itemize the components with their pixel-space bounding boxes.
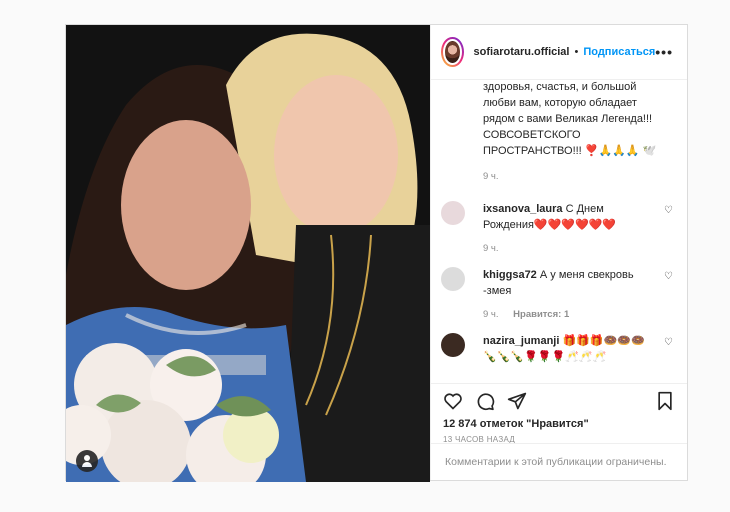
likes-count[interactable]: 12 874 отметок "Нравится" xyxy=(443,418,675,430)
comment-avatar[interactable] xyxy=(441,333,465,357)
photo-illustration xyxy=(66,25,430,482)
more-icon[interactable]: ••• xyxy=(655,44,673,60)
post-photo[interactable] xyxy=(66,25,430,482)
comments-limited-notice: Комментарии к этой публикации ограничены… xyxy=(431,443,687,480)
caption-time: 9 ч. xyxy=(483,171,499,182)
action-icons xyxy=(443,386,675,416)
comment-time: 9 ч. xyxy=(483,243,499,254)
comment-likes[interactable]: Нравится: 1 xyxy=(513,309,569,320)
author-avatar[interactable] xyxy=(441,37,464,67)
comment-icon[interactable] xyxy=(475,391,495,411)
comment-avatar[interactable] xyxy=(441,201,465,225)
post-actions: 12 874 отметок "Нравится" 13 ЧАСОВ НАЗАД xyxy=(431,383,687,444)
post-header: sofiarotaru.official • Подписаться ••• xyxy=(431,25,687,80)
comment-avatar[interactable] xyxy=(441,267,465,291)
post-caption: здоровья, счастья, и большой любви вам, … xyxy=(483,81,663,185)
comment-username[interactable]: khiggsa72 xyxy=(483,269,537,281)
bookmark-icon[interactable] xyxy=(655,391,675,411)
comment-like-icon[interactable]: ♡ xyxy=(664,337,673,348)
comment-item: nazira_jumanji 🎁🎁🎁🍩🍩🍩🍾🍾🍾🌹🌹🌹🥂🥂🥂 ♡ xyxy=(441,333,673,365)
comment-username[interactable]: ixsanova_laura xyxy=(483,203,563,215)
comment-body: nazira_jumanji 🎁🎁🎁🍩🍩🍩🍾🍾🍾🌹🌹🌹🥂🥂🥂 xyxy=(483,333,653,365)
comment-like-icon[interactable]: ♡ xyxy=(664,205,673,216)
comment-body: khiggsa72 А у меня свекровь -змея 9 ч. Н… xyxy=(483,267,653,323)
comment-username[interactable]: nazira_jumanji xyxy=(483,335,559,347)
comment-meta: 9 ч. Нравится: 1 xyxy=(483,307,653,323)
comment-body: ixsanova_laura С Днем Рождения❤️❤️❤️❤️❤️… xyxy=(483,201,653,257)
comment-like-icon[interactable]: ♡ xyxy=(664,271,673,282)
follow-button[interactable]: Подписаться xyxy=(583,46,655,58)
comments-list[interactable]: здоровья, счастья, и большой любви вам, … xyxy=(431,81,687,383)
comment-time: 9 ч. xyxy=(483,309,499,320)
separator-dot: • xyxy=(574,46,579,58)
share-icon[interactable] xyxy=(507,391,527,411)
comment-item: ixsanova_laura С Днем Рождения❤️❤️❤️❤️❤️… xyxy=(441,201,673,257)
post-sidebar: sofiarotaru.official • Подписаться ••• з… xyxy=(430,25,687,480)
comment-item: khiggsa72 А у меня свекровь -змея 9 ч. Н… xyxy=(441,267,673,323)
post-card: sofiarotaru.official • Подписаться ••• з… xyxy=(65,24,688,482)
person-tag-icon[interactable] xyxy=(76,450,98,472)
caption-text: здоровья, счастья, и большой любви вам, … xyxy=(483,81,657,157)
author-username[interactable]: sofiarotaru.official xyxy=(474,46,570,58)
heart-icon[interactable] xyxy=(443,391,463,411)
